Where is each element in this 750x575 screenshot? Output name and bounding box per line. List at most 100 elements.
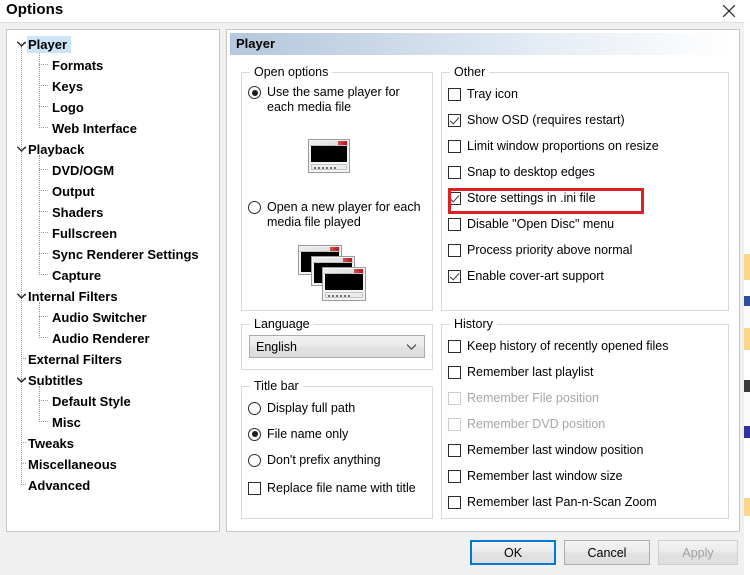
chevron-down-icon[interactable] — [15, 285, 28, 306]
checkbox-remember-last-playlist[interactable]: Remember last playlist — [448, 363, 593, 381]
sidebar-item-dvd-ogm[interactable]: DVD/OGM — [7, 159, 219, 180]
checkbox-indicator[interactable] — [448, 269, 461, 283]
sidebar-item-shaders[interactable]: Shaders — [7, 201, 219, 222]
sidebar-item-label: Audio Switcher — [52, 310, 147, 326]
checkbox-indicator[interactable] — [448, 443, 461, 457]
radio-label: Don't prefix anything — [267, 452, 381, 467]
sidebar-item-formats[interactable]: Formats — [7, 54, 219, 75]
chevron-down-icon[interactable] — [15, 369, 28, 390]
checkbox-indicator[interactable] — [448, 87, 461, 101]
sidebar-item-misc[interactable]: Misc — [7, 411, 219, 432]
sidebar-item-keys[interactable]: Keys — [7, 75, 219, 96]
language-selected-value: English — [256, 339, 297, 354]
checkbox-remember-file-position: Remember File position — [448, 389, 599, 407]
cancel-button[interactable]: Cancel — [564, 540, 650, 565]
chevron-down-icon[interactable] — [15, 138, 28, 159]
sidebar-item-logo[interactable]: Logo — [7, 96, 219, 117]
checkbox-show-osd-requires-restart[interactable]: Show OSD (requires restart) — [448, 111, 625, 129]
sidebar-item-playback[interactable]: Playback — [7, 138, 219, 159]
other-group: Other Tray icon Show OSD (requires restar… — [441, 65, 729, 311]
sidebar-item-subtitles[interactable]: Subtitles — [7, 369, 219, 390]
sidebar-item-label: Sync Renderer Settings — [52, 247, 199, 263]
checkbox-indicator[interactable] — [448, 243, 461, 257]
checkbox-indicator[interactable] — [448, 495, 461, 509]
sidebar-item-web-interface[interactable]: Web Interface — [7, 117, 219, 138]
checkbox-label: Replace file name with title — [267, 480, 416, 495]
history-legend: History — [450, 317, 497, 331]
checkbox-tray-icon[interactable]: Tray icon — [448, 85, 518, 103]
sidebar-item-internal-filters[interactable]: Internal Filters — [7, 285, 219, 306]
sidebar-item-label: Output — [52, 184, 95, 200]
checkbox-label: Snap to desktop edges — [467, 164, 595, 179]
checkbox-enable-cover-art-support[interactable]: Enable cover-art support — [448, 267, 604, 285]
sidebar-item-label: Web Interface — [52, 121, 138, 137]
radio-indicator[interactable] — [248, 86, 261, 99]
sidebar-item-audio-switcher[interactable]: Audio Switcher — [7, 306, 219, 327]
checkbox-remember-last-window-size[interactable]: Remember last window size — [448, 467, 623, 485]
background-window-sliver — [744, 22, 750, 575]
sidebar-item-fullscreen[interactable]: Fullscreen — [7, 222, 219, 243]
sidebar-item-label: Logo — [52, 100, 84, 116]
radio-indicator[interactable] — [248, 201, 261, 214]
checkbox-disable-open-disc-menu[interactable]: Disable "Open Disc" menu — [448, 215, 614, 233]
history-group: History Keep history of recently opened … — [441, 317, 729, 519]
sidebar-item-label: Formats — [52, 58, 104, 74]
sidebar-item-player[interactable]: Player — [7, 33, 219, 54]
checkbox-indicator[interactable] — [448, 339, 461, 353]
chevron-down-icon[interactable] — [15, 33, 28, 54]
checkbox-limit-window-proportions-on-resize[interactable]: Limit window proportions on resize — [448, 137, 659, 155]
sidebar-item-advanced[interactable]: Advanced — [7, 474, 219, 495]
single-player-icon — [308, 139, 350, 175]
radio-indicator[interactable] — [248, 453, 261, 467]
sidebar-item-label: Internal Filters — [28, 289, 118, 305]
radio-use-same-player[interactable]: Use the same player for each media file — [248, 85, 400, 117]
checkbox-indicator[interactable] — [448, 165, 461, 179]
checkbox-keep-history-of-recently-opened-files[interactable]: Keep history of recently opened files — [448, 337, 669, 355]
checkbox-label: Enable cover-art support — [467, 268, 604, 283]
radio-indicator[interactable] — [248, 401, 261, 415]
checkbox-indicator[interactable] — [448, 469, 461, 483]
checkbox-label: Keep history of recently opened files — [467, 338, 669, 353]
settings-tree-panel[interactable]: Player Formats Keys Logo Web Interface Playba… — [6, 29, 220, 532]
radio-label: Use the same player for each media file — [267, 85, 400, 114]
checkbox-remember-last-window-position[interactable]: Remember last window position — [448, 441, 643, 459]
checkbox-indicator[interactable] — [448, 113, 461, 127]
checkbox-indicator[interactable] — [448, 191, 461, 205]
checkbox-indicator[interactable] — [448, 365, 461, 379]
sidebar-item-tweaks[interactable]: Tweaks — [7, 432, 219, 453]
open-options-group: Open options Use the same player for eac… — [241, 65, 433, 311]
checkbox-snap-to-desktop-edges[interactable]: Snap to desktop edges — [448, 163, 595, 181]
sidebar-item-label: Playback — [28, 142, 85, 158]
checkbox-indicator[interactable] — [448, 217, 461, 231]
checkbox-store-settings-in-ini-file[interactable]: Store settings in .ini file — [448, 189, 596, 207]
radio-display-full-path[interactable]: Display full path — [248, 399, 355, 417]
sidebar-item-label: Advanced — [28, 478, 91, 494]
sidebar-item-label: Tweaks — [28, 436, 75, 452]
radio-file-name-only[interactable]: File name only — [248, 425, 348, 443]
sidebar-item-sync-renderer-settings[interactable]: Sync Renderer Settings — [7, 243, 219, 264]
language-group: Language English — [241, 317, 433, 370]
sidebar-item-external-filters[interactable]: External Filters — [7, 348, 219, 369]
radio-open-new-player[interactable]: Open a new player for each media file pl… — [248, 200, 421, 232]
sidebar-item-output[interactable]: Output — [7, 180, 219, 201]
checkbox-process-priority-above-normal[interactable]: Process priority above normal — [448, 241, 632, 259]
close-icon[interactable] — [712, 0, 746, 22]
sidebar-item-label: External Filters — [28, 352, 122, 368]
checkbox-indicator[interactable] — [448, 139, 461, 153]
radio-indicator[interactable] — [248, 427, 261, 441]
checkbox-label: Show OSD (requires restart) — [467, 112, 625, 127]
radio-dont-prefix-anything[interactable]: Don't prefix anything — [248, 451, 381, 469]
radio-label: Display full path — [267, 400, 356, 415]
sidebar-item-capture[interactable]: Capture — [7, 264, 219, 285]
sidebar-item-default-style[interactable]: Default Style — [7, 390, 219, 411]
language-select[interactable]: English — [249, 335, 425, 358]
apply-button: Apply — [658, 540, 738, 565]
checkbox-label: Limit window proportions on resize — [467, 138, 659, 153]
checkbox-indicator[interactable] — [248, 481, 261, 495]
sidebar-item-miscellaneous[interactable]: Miscellaneous — [7, 453, 219, 474]
checkbox-remember-last-pan-n-scan-zoom[interactable]: Remember last Pan-n-Scan Zoom — [448, 493, 657, 511]
checkbox-replace-file-name-with-title[interactable]: Replace file name with title — [248, 479, 416, 497]
sidebar-item-audio-renderer[interactable]: Audio Renderer — [7, 327, 219, 348]
settings-tree[interactable]: Player Formats Keys Logo Web Interface Playba… — [7, 30, 219, 495]
ok-button[interactable]: OK — [470, 540, 556, 565]
